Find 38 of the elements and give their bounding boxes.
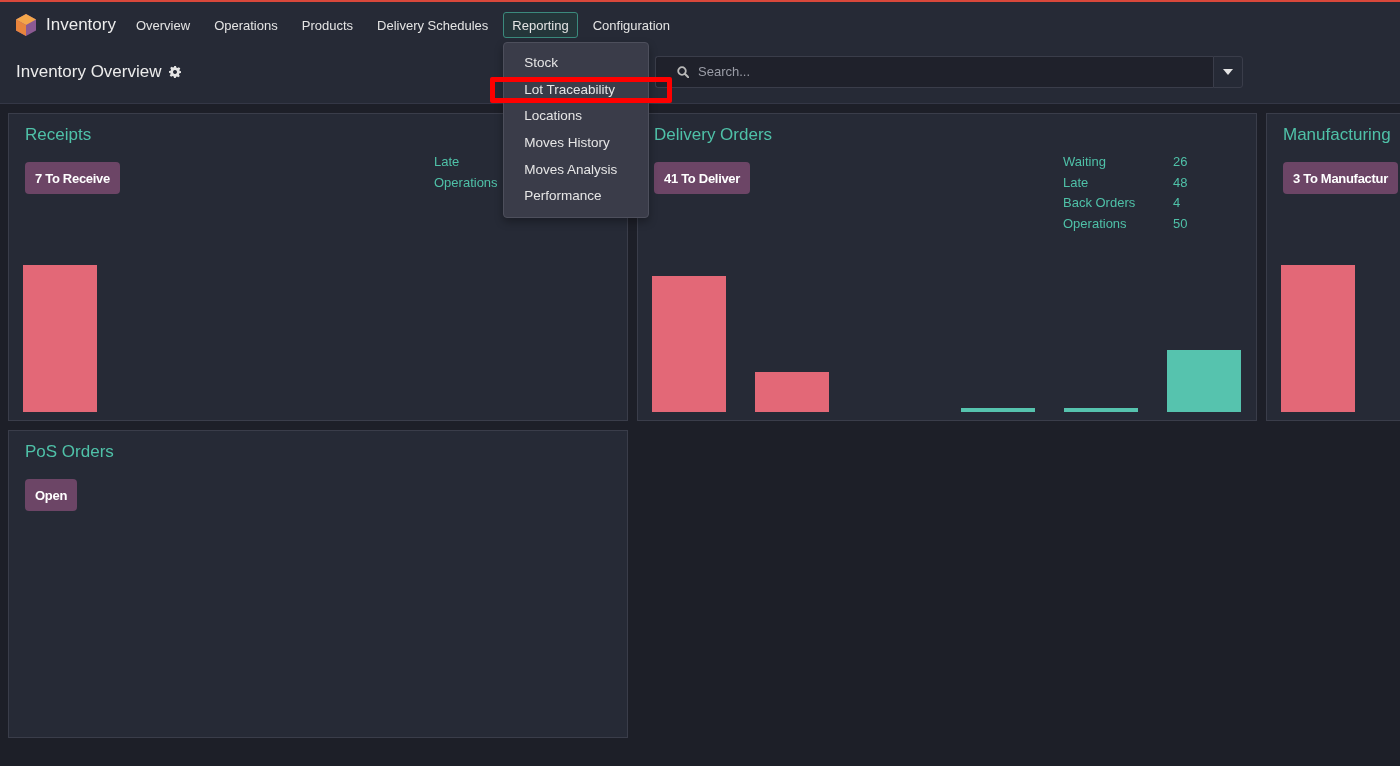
stat-link[interactable]: Operations <box>434 172 498 194</box>
action-button[interactable]: 3 To Manufactur <box>1283 162 1398 194</box>
menu-item[interactable]: Overview <box>126 12 200 38</box>
dropdown-item[interactable]: Locations <box>504 108 649 125</box>
search-options-button[interactable] <box>1213 55 1243 88</box>
stat-count[interactable]: 26 <box>1173 152 1188 173</box>
menu-item[interactable]: Operations <box>205 12 287 38</box>
menu-item[interactable]: Products <box>292 12 363 38</box>
dropdown-item[interactable]: Performance <box>504 188 649 205</box>
stat-link[interactable]: Waiting <box>1063 152 1106 173</box>
stat-link[interactable]: Late <box>434 152 460 173</box>
gear-icon[interactable] <box>168 65 181 78</box>
dropdown-item[interactable]: Stock <box>504 55 649 72</box>
menu-item[interactable]: Configuration <box>583 12 679 38</box>
stat-link[interactable]: Back Orders <box>1063 193 1136 215</box>
card-title[interactable]: Receipts <box>25 125 92 145</box>
stat-link[interactable]: Operations <box>1063 214 1127 235</box>
search-field[interactable]: Search... <box>655 55 1213 88</box>
card-title[interactable]: PoS Orders <box>25 442 114 462</box>
cube-logo-icon[interactable] <box>16 14 36 36</box>
action-button[interactable]: 41 To Deliver <box>654 162 751 194</box>
card-title[interactable]: Manufacturing <box>1283 125 1391 145</box>
stat-count[interactable]: 4 <box>1173 193 1181 215</box>
search-icon <box>677 65 689 78</box>
menu-item[interactable]: Delivery Schedules <box>368 12 498 38</box>
action-button[interactable]: 7 To Receive <box>25 162 120 194</box>
page-title: Inventory Overview <box>16 61 162 82</box>
action-button[interactable]: Open <box>25 479 78 511</box>
card-title[interactable]: Delivery Orders <box>654 125 773 145</box>
caret-icon <box>1223 68 1233 75</box>
dropdown-item[interactable]: Moves History <box>504 135 649 152</box>
stat-count[interactable]: 50 <box>1173 214 1188 235</box>
stat-link[interactable]: Late <box>1063 172 1089 194</box>
menu-item[interactable]: Reporting <box>503 12 578 38</box>
dropdown-item[interactable]: Lot Traceability <box>504 81 649 98</box>
dropdown-item[interactable]: Moves Analysis <box>504 161 649 178</box>
stat-count[interactable]: 48 <box>1173 172 1188 194</box>
app-name[interactable]: Inventory <box>46 15 116 35</box>
